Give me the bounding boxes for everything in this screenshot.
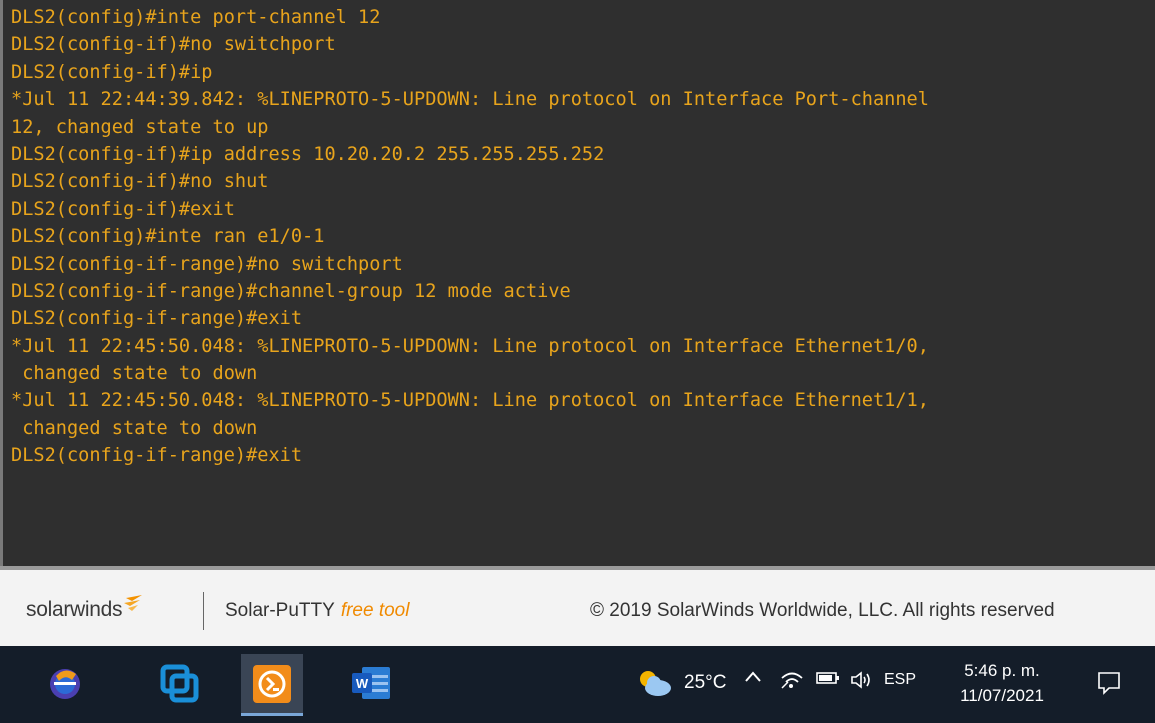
terminal-line: DLS2(config-if)#no switchport — [11, 34, 336, 56]
terminal-line: DLS2(config-if-range)#exit — [11, 445, 303, 467]
footer-divider — [203, 592, 204, 630]
product-name: Solar-PuTTY — [225, 600, 335, 621]
language-indicator[interactable]: ESP — [884, 671, 916, 689]
terminal-line: *Jul 11 22:45:50.048: %LINEPROTO-5-UPDOW… — [11, 390, 929, 412]
terminal-line: *Jul 11 22:44:39.842: %LINEPROTO-5-UPDOW… — [11, 89, 929, 111]
terminal-line: DLS2(config-if-range)#no switchport — [11, 253, 403, 275]
terminal-output[interactable]: DLS2(config)#inte port-channel 12 DLS2(c… — [0, 0, 1155, 566]
terminal-line: DLS2(config-if)#no shut — [11, 171, 269, 193]
windows-taskbar: W 25°C ESP 5:46 p. m. 11/07/2021 — [0, 646, 1155, 723]
terminal-line: DLS2(config-if)#exit — [11, 198, 235, 220]
volume-icon[interactable] — [850, 670, 874, 690]
svg-text:W: W — [356, 676, 369, 691]
system-clock[interactable]: 5:46 p. m. 11/07/2021 — [952, 658, 1052, 708]
solar-putty-icon[interactable] — [241, 654, 303, 716]
clock-date: 11/07/2021 — [960, 686, 1044, 705]
terminal-line: DLS2(config)#inte ran e1/0-1 — [11, 226, 325, 248]
eclipse-icon[interactable] — [42, 660, 88, 706]
weather-cloud-icon — [640, 671, 671, 696]
solarwinds-logo[interactable]: solarwinds — [26, 595, 144, 622]
flame-icon — [124, 595, 143, 611]
vmware-icon[interactable] — [156, 660, 202, 706]
brand-name: solarwinds — [26, 598, 123, 621]
terminal-line: changed state to down — [11, 363, 258, 385]
terminal-line: DLS2(config-if-range)#channel-group 12 m… — [11, 280, 571, 302]
notification-icon[interactable] — [1096, 670, 1122, 700]
terminal-line: DLS2(config)#inte port-channel 12 — [11, 7, 381, 28]
product-tag: free tool — [340, 600, 410, 621]
putty-footer: solarwinds Solar-PuTTY free tool © 2019 S… — [0, 566, 1155, 646]
terminal-line: changed state to down — [11, 417, 258, 439]
word-icon[interactable]: W — [348, 660, 394, 706]
weather-temperature: 25°C — [684, 672, 727, 693]
copyright-text: © 2019 SolarWinds Worldwide, LLC. All ri… — [590, 600, 1055, 621]
clock-time: 5:46 p. m. — [964, 661, 1040, 680]
battery-icon[interactable] — [816, 670, 840, 686]
terminal-line: 12, changed state to up — [11, 116, 269, 138]
wifi-icon[interactable] — [780, 670, 804, 690]
terminal-line: *Jul 11 22:45:50.048: %LINEPROTO-5-UPDOW… — [11, 335, 929, 357]
weather-widget[interactable]: 25°C — [636, 668, 726, 698]
product-label[interactable]: Solar-PuTTY free tool — [225, 600, 409, 622]
terminal-line: DLS2(config-if-range)#exit — [11, 308, 303, 330]
terminal-line: DLS2(config-if)#ip address 10.20.20.2 25… — [11, 143, 605, 165]
terminal-line: DLS2(config-if)#ip — [11, 61, 213, 83]
chevron-up-icon[interactable] — [744, 670, 762, 684]
